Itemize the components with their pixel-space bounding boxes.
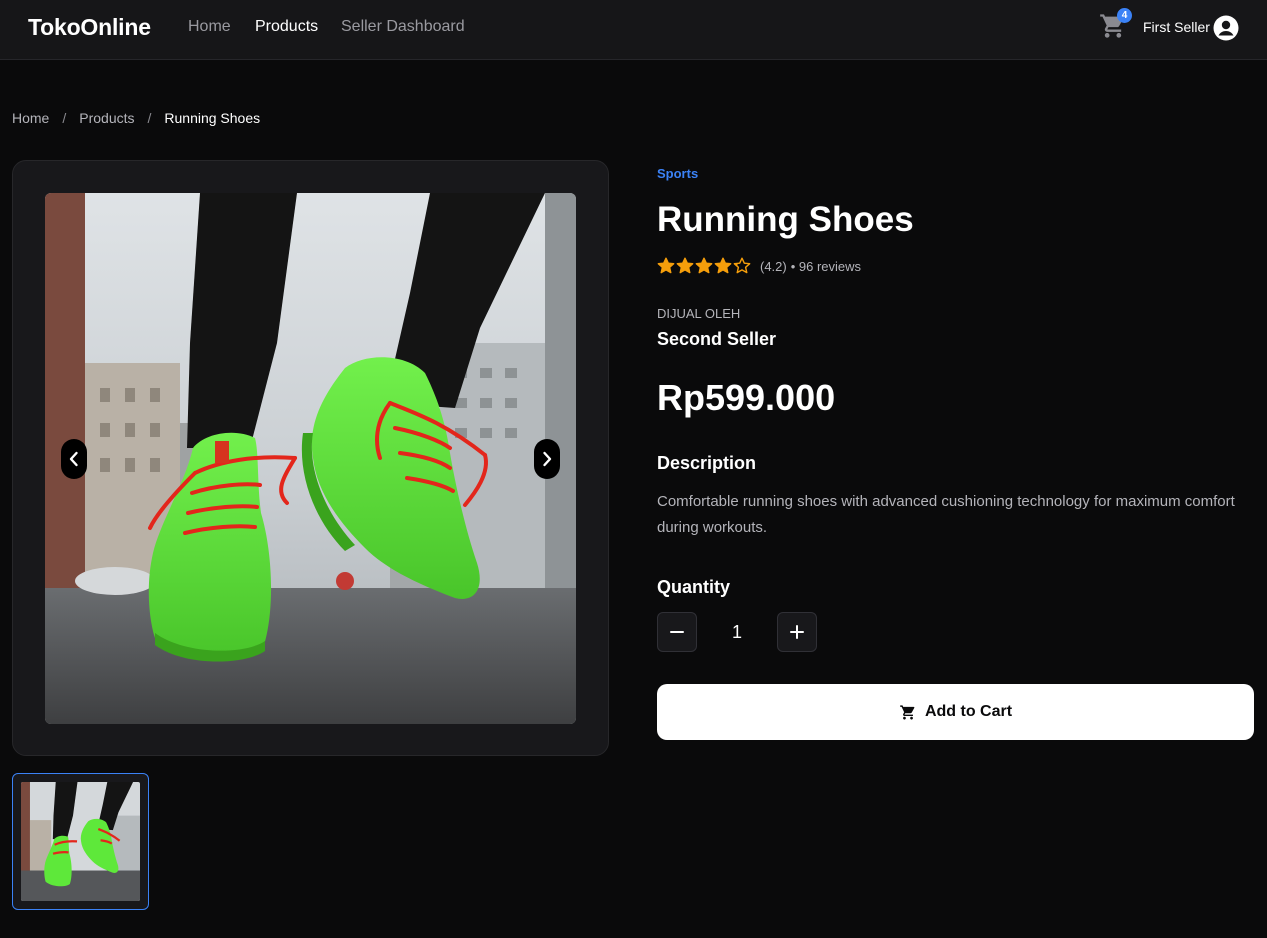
breadcrumb-home[interactable]: Home — [12, 110, 49, 126]
product-price: Rp599.000 — [657, 377, 836, 418]
star-icon — [733, 257, 751, 274]
shopping-cart-icon — [900, 704, 915, 720]
cart-count-badge: 4 — [1117, 8, 1132, 23]
sold-by-label: DIJUAL OLEH — [657, 306, 741, 321]
breadcrumb: Home / Products / Running Shoes — [12, 110, 260, 126]
product-gallery — [12, 160, 609, 756]
star-icon — [657, 257, 675, 274]
thumbnail-image — [21, 782, 140, 901]
quantity-increase-button[interactable] — [777, 612, 817, 652]
top-navbar: TokoOnline Home Products Seller Dashboar… — [0, 0, 1267, 60]
nav-home[interactable]: Home — [188, 18, 231, 36]
add-to-cart-button[interactable]: Add to Cart — [657, 684, 1254, 740]
quantity-decrease-button[interactable] — [657, 612, 697, 652]
minus-icon — [670, 631, 684, 633]
product-title: Running Shoes — [657, 200, 914, 239]
product-main-image — [45, 193, 576, 724]
star-icon — [714, 257, 732, 274]
breadcrumb-separator: / — [62, 110, 67, 126]
product-thumbnail[interactable] — [12, 773, 149, 910]
plus-icon — [790, 625, 804, 639]
description-heading: Description — [657, 453, 757, 473]
brand-logo[interactable]: TokoOnline — [28, 14, 151, 41]
rating-value: (4.2) — [760, 258, 787, 274]
chevron-right-icon[interactable] — [534, 439, 560, 479]
star-rating — [657, 257, 752, 275]
breadcrumb-current: Running Shoes — [164, 110, 261, 126]
seller-name[interactable]: Second Seller — [657, 329, 776, 350]
description-text: Comfortable running shoes with advanced … — [657, 493, 1235, 536]
star-icon — [676, 257, 694, 274]
quantity-value[interactable]: 1 — [697, 622, 777, 643]
breadcrumb-products[interactable]: Products — [79, 110, 134, 126]
quantity-heading: Quantity — [657, 577, 731, 597]
product-category-link[interactable]: Sports — [657, 166, 698, 181]
product-rating: (4.2) • 96 reviews — [657, 257, 861, 275]
nav-products[interactable]: Products — [255, 18, 318, 36]
star-icon — [695, 257, 713, 274]
user-name[interactable]: First Seller — [1143, 19, 1210, 35]
review-count: • 96 reviews — [790, 258, 862, 274]
nav-seller-dashboard[interactable]: Seller Dashboard — [341, 18, 465, 36]
chevron-left-icon[interactable] — [61, 439, 87, 479]
add-to-cart-label: Add to Cart — [924, 703, 1013, 720]
breadcrumb-separator: / — [147, 110, 152, 126]
user-circle-icon[interactable] — [1213, 15, 1239, 41]
